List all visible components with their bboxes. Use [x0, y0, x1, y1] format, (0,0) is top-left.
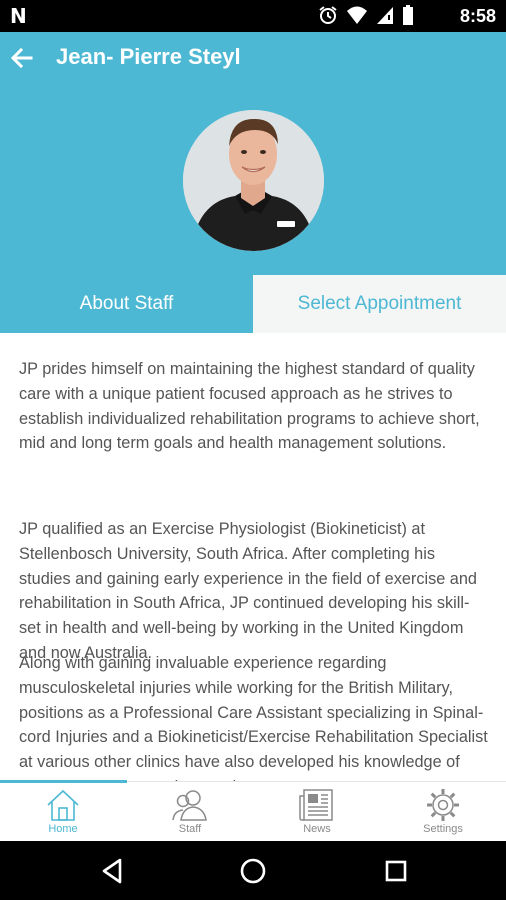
tab-about-staff[interactable]: About Staff: [0, 275, 253, 333]
nav-staff[interactable]: Staff: [140, 788, 240, 840]
about-paragraph-3: Along with gaining invaluable experience…: [19, 654, 488, 781]
nav-staff-label: Staff: [178, 823, 202, 835]
circle-home-icon: [240, 858, 266, 884]
bottom-navigation: Home Staff News Settings: [0, 780, 506, 842]
nav-news[interactable]: News: [267, 788, 367, 840]
alarm-icon: [319, 6, 337, 24]
signal-icon: [377, 7, 393, 24]
page-title: Jean- Pierre Steyl: [56, 44, 241, 69]
staff-avatar: [183, 110, 324, 251]
system-back-button[interactable]: [98, 856, 128, 886]
about-content[interactable]: JP prides himself on maintaining the hig…: [0, 333, 506, 781]
about-paragraph-1: JP prides himself on maintaining the hig…: [19, 360, 480, 453]
status-icons: [318, 5, 414, 25]
tab-select-appointment[interactable]: Select Appointment: [253, 275, 506, 333]
staff-icon: [172, 790, 207, 821]
home-icon: [47, 789, 79, 821]
profile-tabs: About Staff Select Appointment: [0, 275, 506, 333]
back-button[interactable]: [8, 44, 36, 72]
nav-home-label: Home: [48, 823, 78, 835]
about-paragraph-2: JP qualified as an Exercise Physiologist…: [19, 520, 477, 662]
system-home-button[interactable]: [238, 856, 268, 886]
gear-icon: [427, 789, 459, 821]
system-navigation-bar: [0, 841, 506, 900]
wifi-icon: [347, 6, 367, 24]
news-icon: [299, 789, 333, 821]
nav-home[interactable]: Home: [13, 788, 113, 840]
battery-icon: [403, 5, 413, 25]
triangle-back-icon: [102, 858, 122, 884]
notification-icon: N: [10, 4, 27, 28]
clock: 8:58: [459, 6, 496, 26]
nav-news-label: News: [303, 823, 331, 835]
system-recents-button[interactable]: [381, 856, 411, 886]
square-recents-icon: [385, 860, 407, 882]
nav-settings-label: Settings: [423, 823, 463, 835]
active-tab-indicator: [0, 780, 127, 783]
arrow-left-icon: [10, 47, 33, 69]
staff-photo: [183, 110, 324, 251]
profile-header: Jean- Pierre Steyl: [0, 32, 506, 275]
nav-settings[interactable]: Settings: [393, 788, 493, 840]
status-bar: N 8:58: [0, 0, 506, 32]
